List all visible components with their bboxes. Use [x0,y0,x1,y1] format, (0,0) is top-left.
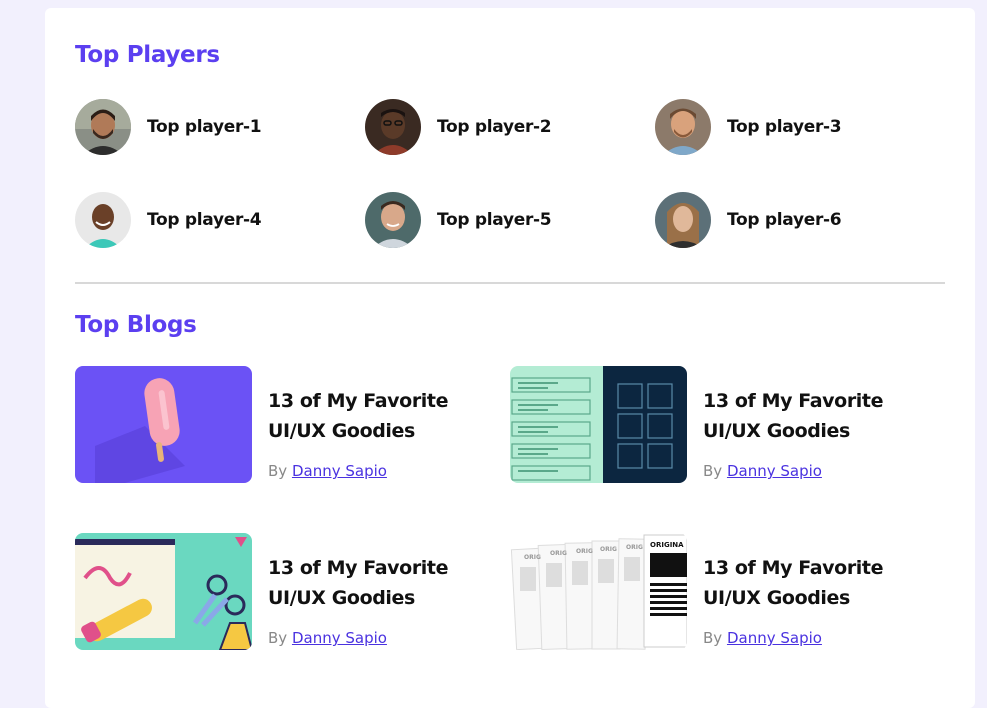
player-name: Top player-3 [727,117,842,137]
by-label: By [703,629,723,647]
thumbnail-text: ORIG [626,544,643,551]
top-blogs-title: Top Blogs [75,312,197,338]
thumbnail-text: ORIGINA [650,541,684,549]
player-avatar [365,99,421,155]
player-name: Top player-6 [727,210,842,230]
player-item[interactable]: Top player-2 [365,99,552,155]
blog-title[interactable]: 13 of My Favorite UI/UX Goodies [268,386,508,446]
player-item[interactable]: Top player-4 [75,192,262,248]
by-label: By [268,629,288,647]
player-item[interactable]: Top player-3 [655,99,842,155]
blog-title[interactable]: 13 of My Favorite UI/UX Goodies [268,553,508,613]
player-name: Top player-1 [147,117,262,137]
player-avatar [655,99,711,155]
blog-byline: By Danny Sapio [268,462,508,480]
blog-card[interactable]: 13 of My Favorite UI/UX Goodies By Danny… [510,366,930,484]
player-item[interactable]: Top player-6 [655,192,842,248]
thumbnail-text: ORIG [576,548,593,555]
blog-thumbnail[interactable] [75,533,252,650]
blog-thumbnail[interactable] [510,366,687,483]
player-name: Top player-4 [147,210,262,230]
player-item[interactable]: Top player-5 [365,192,552,248]
blog-card[interactable]: ORIG ORIG ORIG ORIG ORIG ORIGINA 13 of M… [510,533,930,651]
player-avatar [655,192,711,248]
thumbnail-text: ORIG [550,550,567,557]
content-card: Top Players Top player-1 Top player-2 To… [45,8,975,708]
player-avatar [75,99,131,155]
blog-byline: By Danny Sapio [268,629,508,647]
author-link[interactable]: Danny Sapio [727,462,822,480]
author-link[interactable]: Danny Sapio [292,462,387,480]
blog-byline: By Danny Sapio [703,629,943,647]
by-label: By [268,462,288,480]
blog-card[interactable]: 13 of My Favorite UI/UX Goodies By Danny… [75,533,495,651]
thumbnail-text: ORIG [524,554,541,561]
blog-byline: By Danny Sapio [703,462,943,480]
section-divider [75,282,945,284]
by-label: By [703,462,723,480]
player-item[interactable]: Top player-1 [75,99,262,155]
player-name: Top player-5 [437,210,552,230]
author-link[interactable]: Danny Sapio [727,629,822,647]
thumbnail-text: ORIG [600,546,617,553]
author-link[interactable]: Danny Sapio [292,629,387,647]
blog-card[interactable]: 13 of My Favorite UI/UX Goodies By Danny… [75,366,495,484]
blog-title[interactable]: 13 of My Favorite UI/UX Goodies [703,553,943,613]
player-avatar [365,192,421,248]
player-name: Top player-2 [437,117,552,137]
blog-thumbnail[interactable]: ORIG ORIG ORIG ORIG ORIG ORIGINA [510,533,687,650]
player-avatar [75,192,131,248]
top-players-title: Top Players [75,42,220,68]
blog-thumbnail[interactable] [75,366,252,483]
blog-title[interactable]: 13 of My Favorite UI/UX Goodies [703,386,943,446]
